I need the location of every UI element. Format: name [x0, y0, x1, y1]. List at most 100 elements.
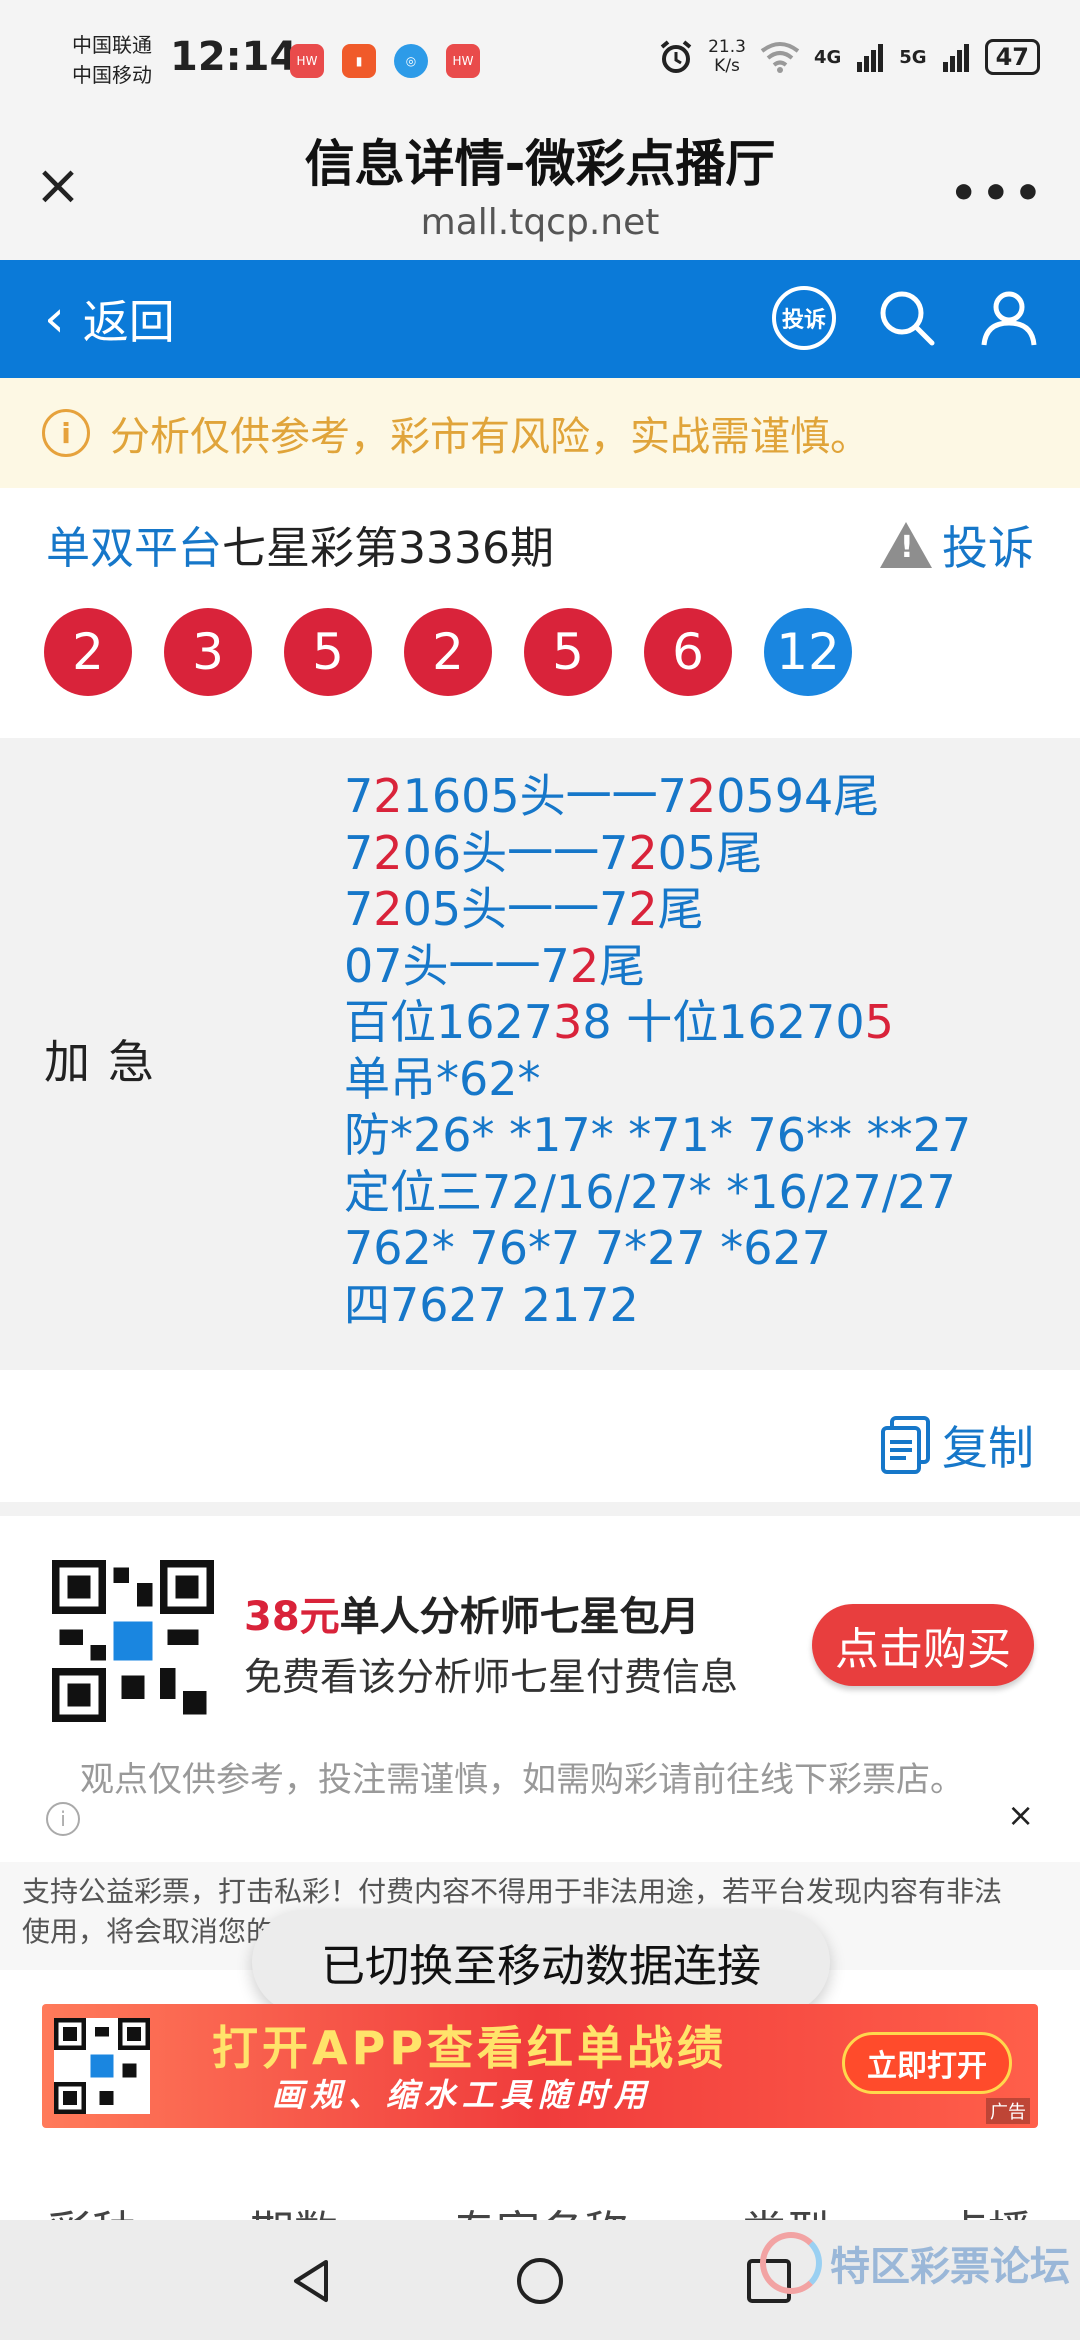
report-label: 投诉	[942, 521, 1034, 575]
prediction-line: 762* 76*7 7*27 *627	[344, 1220, 971, 1277]
disclaimer-text: 观点仅供参考，投注需谨慎，如需购彩请前往线下彩票店。	[80, 1760, 964, 1800]
ad-subtitle: 免费看该分析师七星付费信息	[244, 1655, 739, 1699]
complain-icon-label: 投诉	[781, 308, 826, 333]
prediction-text: 定位三72/16/27* *16/27/27	[344, 1164, 956, 1219]
draw-ball: 2	[44, 608, 132, 696]
prediction-text: 0594尾	[716, 769, 880, 823]
highlighted-digit: 2	[373, 769, 403, 823]
huawei-app-icon-2: HW	[446, 44, 480, 78]
qr-code-image	[52, 1560, 214, 1722]
platform-link[interactable]: 单双平台	[46, 523, 222, 574]
highlighted-digit: 2	[569, 938, 600, 993]
prediction-line: 防*26* *17* *71* 76** **27	[344, 1107, 971, 1164]
complain-button[interactable]: 投诉	[772, 286, 836, 350]
prediction-text: 四7627 2172	[344, 1277, 639, 1332]
back-button[interactable]: ‹ 返回	[44, 286, 175, 352]
draw-ball: 5	[284, 608, 372, 696]
app-notification-icon: ▮	[342, 44, 376, 78]
nav-icons: 投诉	[772, 286, 1040, 350]
close-disclaimer-button[interactable]: ×	[1007, 1796, 1034, 1834]
draw-ball: 5	[524, 608, 612, 696]
alarm-icon	[660, 40, 692, 73]
prediction-text: 05头一一7	[402, 882, 629, 936]
prediction-line: 单吊*62*	[344, 1051, 971, 1108]
highlighted-digit: 2	[373, 825, 403, 880]
prediction-text: 07头一一7	[344, 938, 570, 993]
highlighted-digit: 2	[686, 769, 717, 823]
ad-title: 38元单人分析师七星包月	[244, 1584, 700, 1642]
browser-title-bar: × 信息详情-微彩点播厅 mall.tqcp.net •••	[0, 110, 1080, 260]
highlighted-digit: 3	[553, 995, 583, 1049]
ad-price: 38元	[244, 1594, 340, 1640]
network-type-2: 5G	[899, 46, 927, 68]
prediction-line: 721605头一一720594尾	[344, 768, 971, 825]
status-indicators: 21.3 K/s 4G 5G 47	[658, 38, 1040, 76]
open-app-button[interactable]: 立即打开	[842, 2032, 1012, 2094]
forum-watermark: 特区彩票论坛	[760, 2232, 1070, 2294]
net-speed: 21.3 K/s	[708, 38, 746, 76]
home-circle-icon[interactable]	[515, 2256, 565, 2306]
buy-button[interactable]: 点击购买	[812, 1604, 1034, 1686]
prediction-line: 7206头一一7205尾	[344, 825, 971, 882]
status-time: 12:14	[170, 34, 298, 80]
prediction-lines: 721605头一一720594尾 7206头一一7205尾 7205头一一72尾 07…	[344, 768, 971, 1333]
back-label: 返回	[82, 295, 175, 349]
draw-number-balls: 2 3 5 2 5 6 12	[44, 608, 852, 696]
network-toast: 已切换至移动数据连接	[252, 1910, 830, 2014]
prediction-text: 防*26* *17* *71* 76** **27	[344, 1108, 972, 1162]
highlighted-digit: 5	[864, 995, 894, 1049]
prediction-text: 7	[344, 769, 374, 823]
battery-indicator: 47	[984, 39, 1040, 75]
notification-icons: HW ▮ ◎ HW	[290, 44, 480, 78]
copy-label: 复制	[942, 1421, 1034, 1475]
risk-warning-banner: i 分析仅供参考，彩市有风险，实战需谨慎。	[0, 378, 1080, 488]
more-options-button[interactable]: •••	[950, 168, 1046, 219]
forum-logo-icon	[760, 2232, 822, 2294]
prediction-line: 定位三72/16/27* *16/27/27	[344, 1164, 971, 1221]
app-banner-ad[interactable]: 打开APP查看红单战绩 画规、缩水工具随时用 立即打开 广告	[42, 2004, 1038, 2128]
page-url: mall.tqcp.net	[420, 202, 660, 243]
prediction-text: 8 十位16270	[582, 995, 865, 1049]
status-bar: 中国联通 中国移动 12:14 HW ▮ ◎ HW 21.3 K/s 4G 5G…	[0, 0, 1080, 110]
browser-notification-icon: ◎	[394, 44, 428, 78]
prediction-line: 07头一一72尾	[344, 938, 971, 995]
prediction-line: 7205头一一72尾	[344, 881, 971, 938]
draw-ball: 12	[764, 608, 852, 696]
carrier-1: 中国联通	[72, 33, 152, 57]
prediction-text: 尾	[657, 882, 704, 936]
highlighted-digit: 2	[628, 882, 658, 936]
signal-icon-1	[857, 44, 884, 72]
prediction-text: 1605头一一7	[402, 769, 687, 823]
network-type-1: 4G	[813, 46, 842, 68]
content-label: 加急	[44, 1035, 172, 1089]
user-icon[interactable]	[978, 287, 1040, 349]
wifi-icon	[760, 42, 800, 73]
back-triangle-icon[interactable]	[286, 2256, 336, 2306]
net-speed-unit: K/s	[714, 56, 740, 76]
draw-ball: 2	[404, 608, 492, 696]
draw-ball: 3	[164, 608, 252, 696]
site-nav-bar: ‹ 返回 投诉	[0, 260, 1080, 378]
lottery-header: 单双平台七星彩第3336期	[46, 512, 554, 576]
section-divider	[0, 1502, 1080, 1516]
prediction-text: 05尾	[657, 825, 763, 880]
carrier-2: 中国移动	[72, 63, 152, 87]
search-icon[interactable]	[876, 287, 938, 349]
ad-tag: 广告	[986, 2098, 1030, 2124]
prediction-text: 7	[344, 882, 374, 936]
banner-subline: 画规、缩水工具随时用	[272, 2076, 653, 2114]
report-button[interactable]: ! 投诉	[880, 512, 1034, 578]
prediction-text: 06头一一7	[402, 825, 629, 880]
prediction-text: 762* 76*7 7*27 *627	[344, 1221, 832, 1275]
prediction-line: 四7627 2172	[344, 1277, 971, 1334]
copy-button[interactable]: 复制	[880, 1412, 1034, 1478]
prediction-text: 7	[344, 825, 374, 880]
net-speed-value: 21.3	[708, 37, 746, 57]
risk-warning-text: 分析仅供参考，彩市有风险，实战需谨慎。	[110, 414, 870, 460]
carrier-names: 中国联通 中国移动	[72, 30, 152, 90]
huawei-app-icon: HW	[290, 44, 324, 78]
prediction-text: 尾	[599, 938, 646, 993]
ad-title-text: 单人分析师七星包月	[339, 1594, 700, 1640]
watermark-text: 特区彩票论坛	[830, 2244, 1070, 2290]
copy-icon	[881, 1416, 930, 1474]
